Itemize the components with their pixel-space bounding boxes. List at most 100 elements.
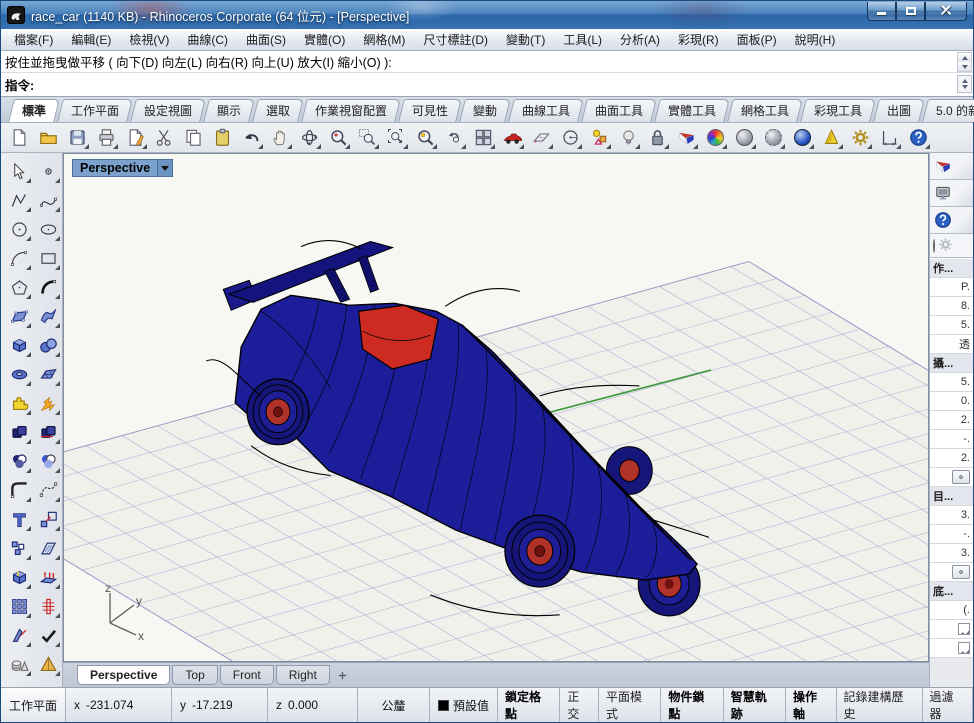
viewport-tab-perspective[interactable]: Perspective <box>77 665 171 685</box>
surface-points-button[interactable] <box>7 304 32 329</box>
patch-surface-button[interactable] <box>36 304 61 329</box>
blend-curve-button[interactable] <box>36 478 61 503</box>
place-camera-button[interactable] <box>952 470 970 484</box>
viewport-tab-top[interactable]: Top <box>172 665 218 685</box>
menu-help[interactable]: 說明(H) <box>786 29 845 50</box>
command-scrollbar[interactable] <box>957 52 972 72</box>
menu-view[interactable]: 檢視(V) <box>120 29 178 50</box>
menu-tools[interactable]: 工具(L) <box>554 29 611 50</box>
tab-viewport-layout[interactable]: 作業視窗配置 <box>301 99 401 122</box>
viewport-tab-front[interactable]: Front <box>219 665 274 685</box>
property-value[interactable]: P. <box>930 278 973 297</box>
save-button[interactable] <box>65 125 90 150</box>
tab-standard[interactable]: 標準 <box>8 99 60 122</box>
menu-dimension[interactable]: 尺寸標註(D) <box>414 29 497 50</box>
polyline-button[interactable] <box>7 188 32 213</box>
property-value[interactable]: 3. <box>930 506 973 525</box>
fillet-edge-button[interactable] <box>7 565 32 590</box>
property-value[interactable]: 3. <box>930 544 973 563</box>
wheel-left-rear[interactable] <box>246 378 310 446</box>
cut-button[interactable] <box>152 125 177 150</box>
viewport-title[interactable]: Perspective <box>72 159 174 177</box>
zoom-extents-button[interactable] <box>384 125 409 150</box>
menu-edit[interactable]: 編輯(E) <box>62 29 120 50</box>
scale-button[interactable] <box>36 507 61 532</box>
property-value[interactable]: 5. <box>930 373 973 392</box>
fillet-curve-button[interactable] <box>7 478 32 503</box>
open-file-button[interactable] <box>36 125 61 150</box>
sphere-button[interactable] <box>36 333 61 358</box>
rotate-view-button[interactable] <box>297 125 322 150</box>
new-file-button[interactable] <box>7 125 32 150</box>
region-boolean-button[interactable] <box>36 449 61 474</box>
color-wheel-button[interactable] <box>703 125 728 150</box>
close-button[interactable] <box>925 1 967 21</box>
property-value[interactable]: 2. <box>930 411 973 430</box>
dimension-button[interactable] <box>877 125 902 150</box>
scroll-up-icon[interactable] <box>958 53 971 62</box>
contour-button[interactable] <box>36 594 61 619</box>
rectangle-button[interactable] <box>36 246 61 271</box>
paste-button[interactable] <box>210 125 235 150</box>
toggle-gumball[interactable]: 操作軸 <box>786 688 837 722</box>
tab-new-in-v5[interactable]: 5.0 的新功能 <box>922 99 974 122</box>
menu-surface[interactable]: 曲面(S) <box>237 29 295 50</box>
shaded-sphere-button[interactable] <box>732 125 757 150</box>
zoom-selected-button[interactable] <box>413 125 438 150</box>
properties-tab-gear-icon[interactable] <box>938 237 953 255</box>
tab-render-tools[interactable]: 彩現工具 <box>800 99 877 122</box>
print-button[interactable] <box>94 125 119 150</box>
zoom-in-button[interactable] <box>326 125 351 150</box>
tab-curve-tools[interactable]: 曲線工具 <box>508 99 585 122</box>
scroll-down-icon[interactable] <box>958 62 971 71</box>
help-button[interactable] <box>906 125 931 150</box>
toggle-smarttrack[interactable]: 智慧軌跡 <box>724 688 787 722</box>
toggle-filter[interactable]: 過濾器 <box>923 688 973 722</box>
viewport-tab-right[interactable]: Right <box>275 665 330 685</box>
undo-view-button[interactable] <box>442 125 467 150</box>
command-spinner[interactable] <box>957 75 972 93</box>
text-button[interactable] <box>7 507 32 532</box>
group-solids-button[interactable] <box>7 652 32 677</box>
circle-center-button[interactable] <box>558 125 583 150</box>
toggle-planar[interactable]: 平面模式 <box>599 688 662 722</box>
property-value[interactable]: 8. <box>930 297 973 316</box>
maximize-button[interactable] <box>896 1 925 21</box>
mesh-surface-button[interactable] <box>36 362 61 387</box>
pyramid-button[interactable] <box>36 652 61 677</box>
tab-display[interactable]: 顯示 <box>203 99 255 122</box>
control-point-curve-button[interactable] <box>36 188 61 213</box>
zoom-window-button[interactable] <box>355 125 380 150</box>
block-button[interactable] <box>7 536 32 561</box>
selection-filter-button[interactable] <box>587 125 612 150</box>
viewport-layout-button[interactable] <box>471 125 496 150</box>
tab-solid-tools[interactable]: 實體工具 <box>654 99 731 122</box>
options-gears-button[interactable] <box>848 125 873 150</box>
toggle-grid-snap[interactable]: 鎖定格點 <box>498 688 561 722</box>
shaded-viewport-button[interactable] <box>674 125 699 150</box>
curve-blend-button[interactable] <box>36 275 61 300</box>
panel-tab-help-icon[interactable] <box>930 207 973 234</box>
tab-drafting[interactable]: 出圖 <box>873 99 926 122</box>
boolean-difference-button[interactable] <box>36 391 61 416</box>
units-label[interactable]: 公釐 <box>358 688 431 722</box>
arc-button[interactable] <box>7 246 32 271</box>
new-viewport-button[interactable] <box>332 665 354 685</box>
boolean-split-button[interactable] <box>36 420 61 445</box>
rendered-sphere-button[interactable] <box>790 125 815 150</box>
menu-solid[interactable]: 實體(O) <box>295 29 354 50</box>
tab-select[interactable]: 選取 <box>252 99 304 122</box>
tab-cplane[interactable]: 工作平面 <box>57 99 133 122</box>
check-mark-button[interactable] <box>36 623 61 648</box>
hatch-button[interactable] <box>36 536 61 561</box>
menu-curve[interactable]: 曲線(C) <box>178 29 237 50</box>
wheel-left-front[interactable] <box>504 514 576 588</box>
tab-surface-tools[interactable]: 曲面工具 <box>581 99 658 122</box>
property-value[interactable]: -. <box>930 430 973 449</box>
polygon-button[interactable] <box>7 275 32 300</box>
menu-analyze[interactable]: 分析(A) <box>611 29 669 50</box>
boolean-union-button[interactable] <box>7 391 32 416</box>
minimize-button[interactable] <box>867 1 896 21</box>
tab-set-view[interactable]: 設定視圖 <box>130 99 206 122</box>
tab-visibility[interactable]: 可見性 <box>398 99 462 122</box>
